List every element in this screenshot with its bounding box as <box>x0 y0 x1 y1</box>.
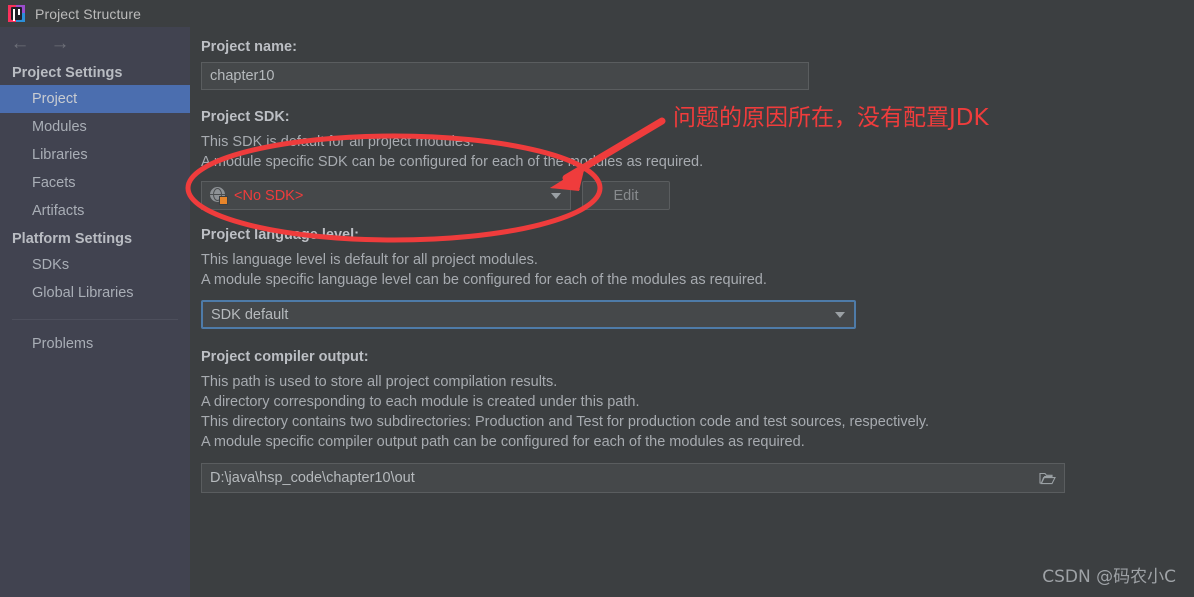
sidebar-item-label: Modules <box>32 119 87 135</box>
compiler-output-path-input[interactable]: D:\java\hsp_code\chapter10\out <box>201 463 1065 493</box>
sidebar-group-title-project-settings: Project Settings <box>12 65 123 81</box>
folder-open-icon[interactable] <box>1039 471 1056 485</box>
sidebar: ← → Project Settings Project Modules Lib… <box>0 27 190 597</box>
sidebar-item-problems[interactable]: Problems <box>0 330 190 358</box>
sidebar-item-label: Artifacts <box>32 203 85 219</box>
compiler-output-desc-4: A module specific compiler output path c… <box>201 434 805 450</box>
title-bar: Project Structure <box>0 0 1194 27</box>
language-level-value: SDK default <box>211 306 289 323</box>
sdk-globe-icon <box>210 187 228 205</box>
sidebar-item-label: Project <box>32 91 78 107</box>
sidebar-divider <box>12 319 178 320</box>
project-sdk-combobox[interactable]: <No SDK> <box>201 181 571 210</box>
intellij-idea-icon <box>8 5 25 22</box>
sidebar-item-label: Problems <box>32 336 94 352</box>
navigation-arrows: ← → <box>0 27 190 59</box>
window-title: Project Structure <box>35 5 141 22</box>
edit-sdk-button[interactable]: Edit <box>582 181 670 210</box>
sidebar-item-global-libraries[interactable]: Global Libraries <box>0 279 190 307</box>
project-sdk-desc-1: This SDK is default for all project modu… <box>201 134 475 150</box>
language-level-combobox[interactable]: SDK default <box>201 300 856 329</box>
sidebar-item-project[interactable]: Project <box>0 85 190 113</box>
project-name-label: Project name: <box>201 39 297 55</box>
compiler-output-path-value: D:\java\hsp_code\chapter10\out <box>210 470 415 486</box>
arrow-left-icon[interactable]: ← <box>8 31 32 55</box>
sidebar-group-title-platform-settings: Platform Settings <box>12 231 133 247</box>
edit-button-label: Edit <box>613 187 639 204</box>
project-name-input[interactable]: chapter10 <box>201 62 809 90</box>
language-level-desc-2: A module specific language level can be … <box>201 272 767 288</box>
arrow-right-icon[interactable]: → <box>48 31 72 55</box>
sidebar-item-facets[interactable]: Facets <box>0 169 190 197</box>
project-structure-dialog: Project Structure ← → Project Settings P… <box>0 0 1194 597</box>
compiler-output-desc-2: A directory corresponding to each module… <box>201 394 640 410</box>
sidebar-item-label: Global Libraries <box>32 285 134 301</box>
compiler-output-label: Project compiler output: <box>201 349 369 365</box>
chevron-down-icon[interactable] <box>835 311 845 318</box>
watermark: CSDN @码农小C <box>1042 567 1176 587</box>
project-sdk-desc-2: A module specific SDK can be configured … <box>201 154 704 170</box>
sidebar-item-label: Libraries <box>32 147 88 163</box>
language-level-desc-1: This language level is default for all p… <box>201 252 538 268</box>
compiler-output-desc-1: This path is used to store all project c… <box>201 374 558 390</box>
sidebar-item-modules[interactable]: Modules <box>0 113 190 141</box>
project-sdk-row: <No SDK> Edit <box>201 181 1194 210</box>
annotation-text: 问题的原因所在，没有配置JDK <box>673 105 989 131</box>
chevron-down-icon[interactable] <box>551 192 561 199</box>
project-sdk-value: <No SDK> <box>234 187 304 204</box>
sidebar-item-libraries[interactable]: Libraries <box>0 141 190 169</box>
sidebar-item-label: Facets <box>32 175 76 191</box>
sidebar-item-artifacts[interactable]: Artifacts <box>0 197 190 225</box>
sidebar-item-sdks[interactable]: SDKs <box>0 251 190 279</box>
compiler-output-desc-3: This directory contains two subdirectori… <box>201 414 930 430</box>
language-level-label: Project language level: <box>201 227 359 243</box>
project-name-value: chapter10 <box>210 68 275 84</box>
sidebar-item-label: SDKs <box>32 257 70 273</box>
